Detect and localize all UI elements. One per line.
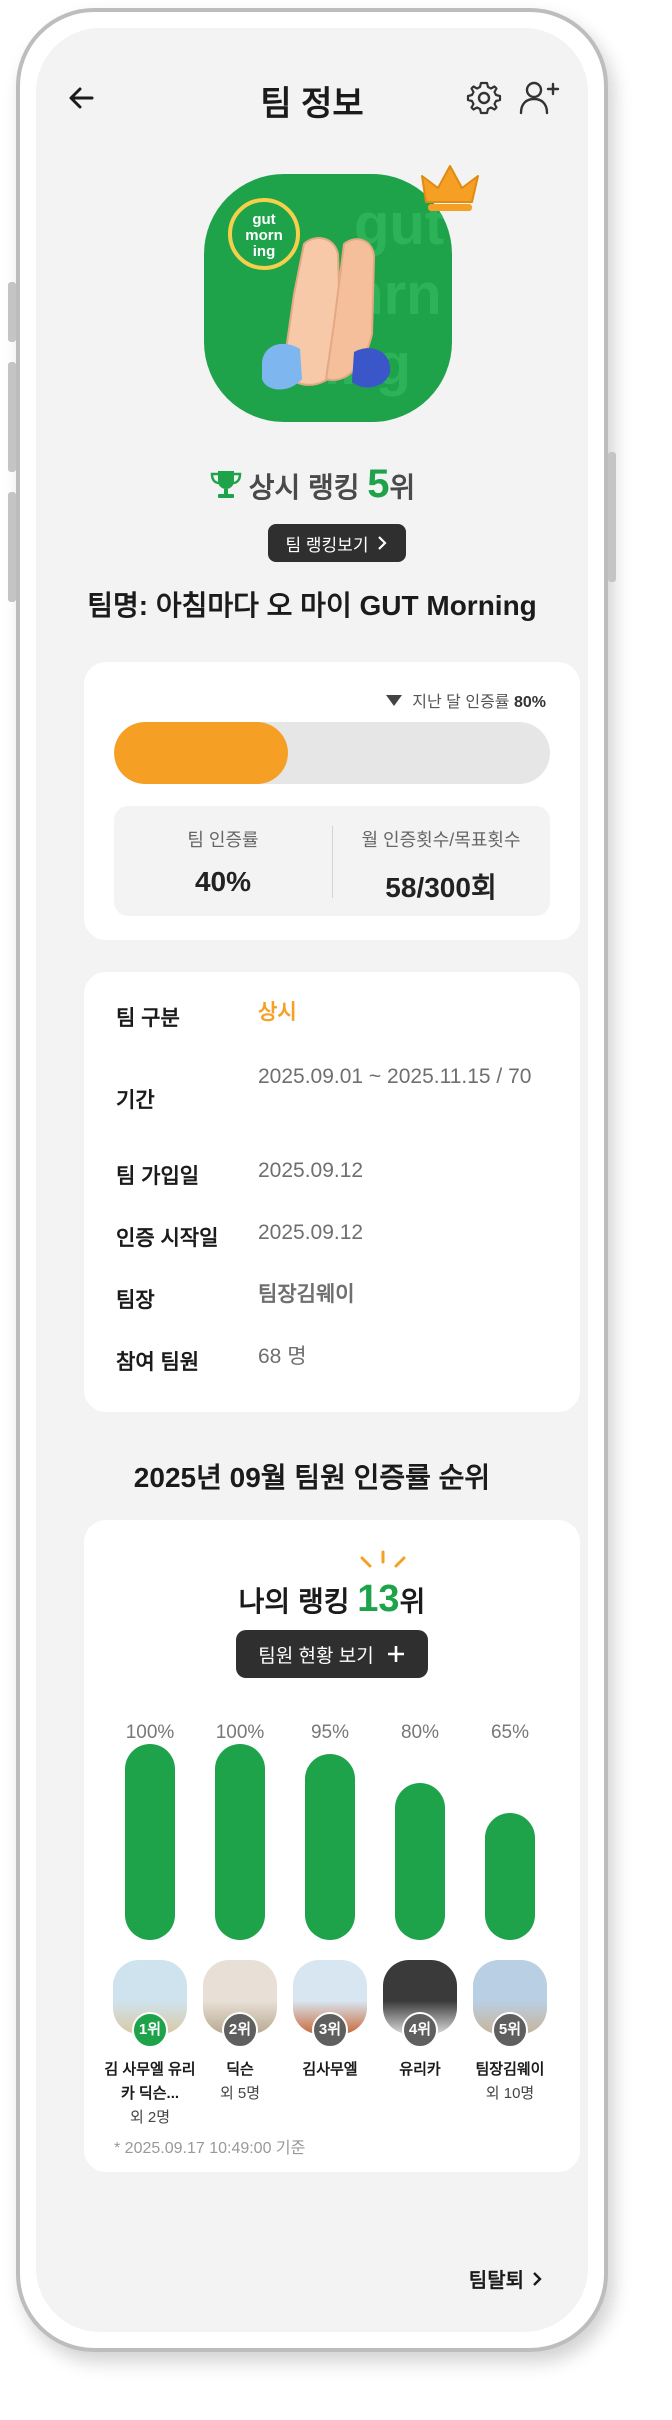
add-user-icon[interactable] [518,78,560,118]
bar-value-label: 65% [490,1722,530,1743]
ranking-bar [305,1753,355,1940]
page-title: 팀 정보 [260,85,364,123]
info-value: 팀장김웨이 [258,1283,355,1306]
ranking-bar [485,1812,535,1940]
section-title: 2025년 09월 팀원 인증률 순위 [133,1462,491,1493]
team-ranking: 상시 랭킹 5위 [36,462,588,507]
monthly-count-label: 월 인증횟수/목표횟수 [361,830,521,850]
info-value: 2025.09.01 ~ 2025.11.15 / 70 [258,1065,532,1088]
member-name: 유리카 [374,2058,466,2082]
info-row-join-date: 팀 가입일 2025.09.12 [116,1159,548,1222]
phone-frame: 팀 정보 gut mrn ing gut morn ing [8,8,616,2352]
info-key: 기간 [116,1089,155,1112]
member-name: 김 사무엘 유리카 딕슨... 외 2명 [104,2058,196,2130]
member-name-text: 유리카 [399,2061,441,2078]
ranking-chart: 100% 1위김 사무엘 유리카 딕슨... 외 2명 100% 2위딕슨외 5명 95%… [84,1520,580,2126]
phone-volume-button [8,492,16,602]
info-row-type: 팀 구분 상시 [116,1001,548,1066]
team-info-card: 팀 구분 상시 기간 2025.09.01 ~ 2025.11.15 / 70 … [84,972,580,1412]
bar-value-label: 100% [125,1722,175,1743]
stats-box: 팀 인증률 40% 월 인증횟수/목표횟수 58/300회 [114,806,550,916]
rank-badge: 5위 [492,2012,528,2048]
ranking-prefix: 상시 랭킹 [248,472,360,503]
chevron-right-icon [378,536,388,550]
member-name: 딕슨외 5명 [194,2058,286,2106]
rank-badge: 2위 [222,2012,258,2048]
rank-badge: 4위 [402,2012,438,2048]
last-month-rate: 지난 달 인증률 80% [386,688,546,712]
trophy-icon [210,471,241,498]
team-ranking-button-label: 팀 랭킹보기 [285,535,369,555]
crown-icon [421,165,479,211]
info-value: 2025.09.12 [258,1159,364,1182]
info-key: 참여 팀원 [116,1351,200,1374]
gear-icon[interactable] [466,80,502,116]
last-month-value: 80% [513,694,546,711]
ranking-bar [215,1744,265,1940]
team-rate-label: 팀 인증률 [187,830,259,850]
ranking-bar [125,1744,175,1940]
member-ranking-card: 나의 랭킹 13위 팀원 현황 보기 100% 1위 김 사무엘 유리카 딕슨...… [84,1520,580,2172]
member-extra-count: 외 2명 [129,2109,171,2126]
bar-value-label: 95% [310,1722,350,1743]
team-ranking-button[interactable]: 팀 랭킹보기 [268,524,406,562]
bar-value-label: 100% [215,1722,265,1743]
info-row-leader: 팀장 팀장김웨이 [116,1283,548,1346]
team-logo-illustration: gut mrn ing gut morn ing [228,192,444,397]
info-value: 상시 [258,1001,297,1024]
leave-team-link[interactable]: 팀탈퇴 [469,2264,542,2293]
monthly-count-stat: 월 인증횟수/목표횟수 58/300회 [332,806,550,916]
svg-text:ing: ing [253,243,276,260]
header: 팀 정보 [36,48,588,144]
progress-bar [114,722,550,784]
member-extra-count: 외 5명 [219,2085,261,2102]
chevron-right-icon [533,2271,542,2286]
rank-badge: 3위 [312,2012,348,2048]
bar-value-label: 80% [400,1722,440,1743]
info-row-start-date: 인증 시작일 2025.09.12 [116,1221,548,1284]
timestamp: * 2025.09.17 10:49:00 기준 [114,2140,306,2157]
rank-badge: 1위 [132,2012,168,2048]
ranking-suffix: 위 [389,472,416,503]
member-name-text: 딕슨 [226,2061,254,2078]
team-rate-stat: 팀 인증률 40% [114,806,332,916]
info-key: 팀 가입일 [116,1165,200,1188]
info-key: 팀장 [116,1289,155,1312]
monthly-count-value: 58/300회 [385,872,497,903]
member-name: 팀장김웨이외 10명 [464,2058,556,2106]
phone-volume-button [8,362,16,472]
progress-bar-fill [114,722,289,784]
certification-card: 지난 달 인증률 80% 팀 인증률 40% 월 인증횟수/목표횟수 58/30… [84,662,580,940]
leave-team-label: 팀탈퇴 [468,2270,524,2292]
phone-side-button [8,282,16,342]
team-rate-value: 40% [194,866,252,897]
info-value: 68 명 [258,1345,307,1368]
member-name-text: 김 사무엘 유리카 딕슨... [104,2061,196,2102]
down-triangle-icon [386,695,403,706]
ranking-bar [395,1783,445,1940]
team-image: gut mrn ing gut morn ing [204,174,452,422]
info-row-period: 기간 2025.09.01 ~ 2025.11.15 / 70 [116,1065,548,1160]
svg-text:gut: gut [252,211,275,228]
screen: 팀 정보 gut mrn ing gut morn ing [36,28,588,2332]
info-key: 인증 시작일 [116,1227,219,1250]
last-month-label: 지난 달 인증률 [412,694,510,711]
info-row-members: 참여 팀원 68 명 [116,1345,548,1408]
member-name-text: 김사무엘 [302,2061,358,2078]
member-extra-count: 외 10명 [485,2085,535,2102]
phone-power-button [608,452,616,582]
info-value: 2025.09.12 [258,1221,364,1244]
team-name: 팀명: 아침마다 오 마이 GUT Morning [87,590,537,621]
member-name: 김사무엘 [284,2058,376,2082]
info-key: 팀 구분 [116,1007,180,1030]
svg-text:morn: morn [245,227,283,244]
member-name-text: 팀장김웨이 [475,2061,545,2078]
ranking-value: 5 [367,462,390,506]
